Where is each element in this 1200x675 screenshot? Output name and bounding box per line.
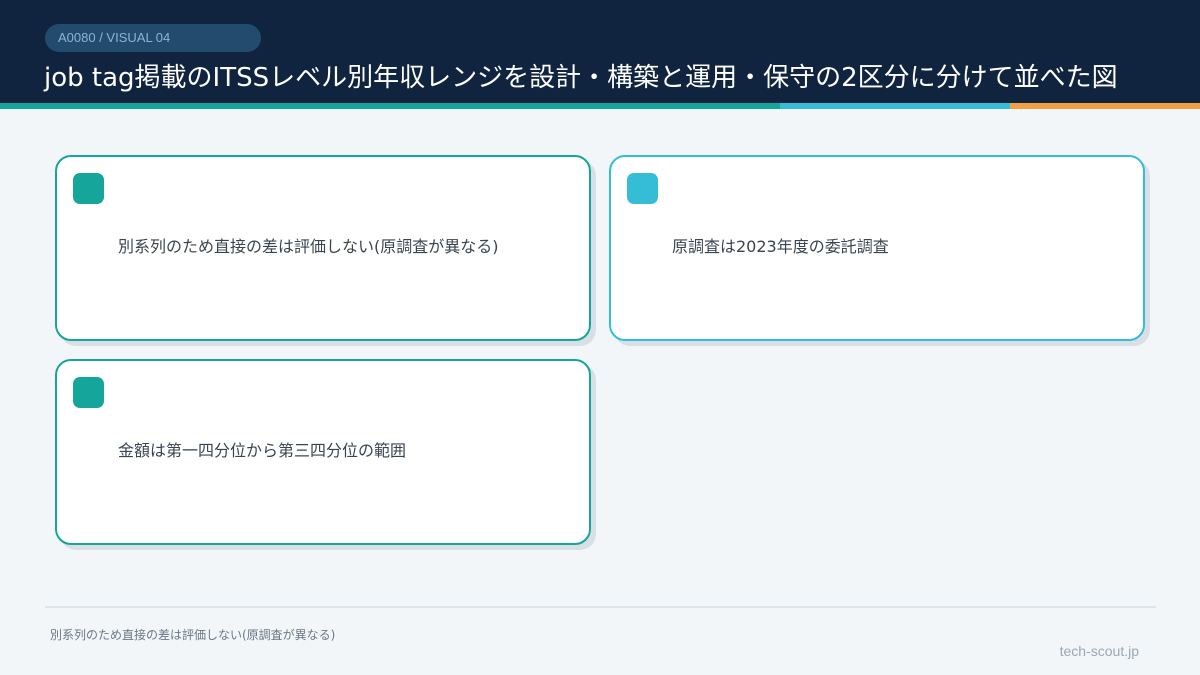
- accent-stripe-cyan: [780, 103, 1010, 109]
- note-card-text: 金額は第一四分位から第三四分位の範囲: [118, 441, 407, 460]
- accent-stripe-teal: [0, 103, 780, 109]
- note-card-text: 別系列のため直接の差は評価しない(原調査が異なる): [118, 237, 499, 256]
- accent-stripe-orange: [1010, 103, 1200, 109]
- visual-id-tag: A0080 / VISUAL 04: [45, 24, 261, 52]
- card-marker-icon: [73, 377, 104, 408]
- footer-divider: [45, 606, 1156, 608]
- brand-link[interactable]: tech-scout.jp: [1060, 641, 1139, 661]
- note-card-text: 原調査は2023年度の委託調査: [672, 237, 889, 256]
- page-title: job tag掲載のITSSレベル別年収レンジを設計・構築と運用・保守の2区分に…: [44, 63, 1118, 93]
- card-marker-icon: [73, 173, 104, 204]
- footnote: 別系列のため直接の差は評価しない(原調査が異なる): [50, 628, 336, 642]
- note-card-2: 原調査は2023年度の委託調査: [609, 155, 1145, 341]
- note-card-1: 別系列のため直接の差は評価しない(原調査が異なる): [55, 155, 591, 341]
- header-bar: A0080 / VISUAL 04 job tag掲載のITSSレベル別年収レン…: [0, 0, 1200, 103]
- card-marker-icon: [627, 173, 658, 204]
- note-card-3: 金額は第一四分位から第三四分位の範囲: [55, 359, 591, 545]
